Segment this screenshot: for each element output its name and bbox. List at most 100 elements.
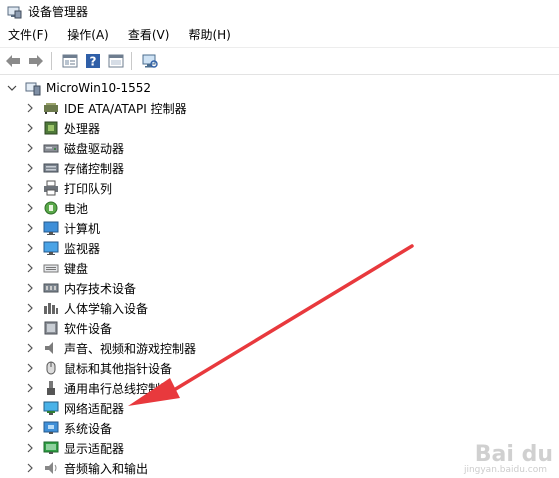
chevron-right-icon[interactable] xyxy=(24,222,36,234)
menu-action[interactable]: 操作(A) xyxy=(62,25,114,45)
tree-item-label: 处理器 xyxy=(64,121,101,136)
usb-icon xyxy=(43,380,59,396)
tree-item[interactable]: 电池 xyxy=(24,198,88,218)
tree-item-label: 键盘 xyxy=(64,261,89,276)
scan-hardware-button[interactable] xyxy=(140,51,160,71)
tree-item[interactable]: 打印队列 xyxy=(24,178,112,198)
tree-item-label: 人体学输入设备 xyxy=(64,301,149,316)
menu-view[interactable]: 查看(V) xyxy=(123,25,175,45)
tree-item-label: 内存技术设备 xyxy=(64,281,137,296)
chevron-right-icon[interactable] xyxy=(24,282,36,294)
chevron-right-icon[interactable] xyxy=(24,362,36,374)
chevron-right-icon[interactable] xyxy=(24,182,36,194)
memory-icon xyxy=(43,280,59,296)
details-window-button[interactable] xyxy=(106,51,126,71)
tree-item[interactable]: 磁盘驱动器 xyxy=(24,138,124,158)
tree-item[interactable]: 系统设备 xyxy=(24,418,112,438)
audio-io-icon xyxy=(43,460,59,476)
chevron-down-icon[interactable] xyxy=(6,82,18,94)
chevron-right-icon[interactable] xyxy=(24,122,36,134)
help-icon: ? xyxy=(86,54,100,69)
mouse-icon xyxy=(43,360,59,376)
properties-window-button[interactable] xyxy=(60,51,80,71)
monitor-scan-icon xyxy=(142,54,158,68)
tree-item[interactable]: 软件设备 xyxy=(24,318,112,338)
toolbar-separator xyxy=(51,52,52,70)
chevron-right-icon[interactable] xyxy=(24,382,36,394)
tree-item[interactable]: 鼠标和其他指针设备 xyxy=(24,358,172,378)
title-bar: 设备管理器 xyxy=(0,0,559,23)
watermark-logo: Bai du xyxy=(475,442,553,467)
tree-item[interactable]: 存储控制器 xyxy=(24,158,124,178)
menu-help[interactable]: 帮助(H) xyxy=(183,25,235,45)
chevron-right-icon[interactable] xyxy=(24,462,36,474)
chevron-right-icon[interactable] xyxy=(24,302,36,314)
software-device-icon xyxy=(43,320,59,336)
chevron-right-icon[interactable] xyxy=(24,442,36,454)
processor-icon xyxy=(43,120,59,136)
storage-controller-icon xyxy=(43,160,59,176)
computer-icon xyxy=(43,220,59,236)
tree-item-label: 通用串行总线控制器 xyxy=(64,381,173,396)
help-button[interactable]: ? xyxy=(83,51,103,71)
chevron-right-icon[interactable] xyxy=(24,402,36,414)
tree-item-label: 音频输入和输出 xyxy=(64,461,149,476)
tree-item-label: 电池 xyxy=(64,201,89,216)
tree-item[interactable]: 键盘 xyxy=(24,258,88,278)
device-tree: MicroWin10-1552 IDE ATA/ATAPI 控制器 处理器磁盘驱动… xyxy=(0,76,559,478)
tree-item-label: 存储控制器 xyxy=(64,161,125,176)
tree-item[interactable]: 声音、视频和游戏控制器 xyxy=(24,338,196,358)
tree-item-label: 磁盘驱动器 xyxy=(64,141,125,156)
computer-root-icon xyxy=(25,80,41,96)
properties-window-icon xyxy=(62,54,78,68)
monitor-icon xyxy=(43,240,59,256)
tree-item[interactable]: 处理器 xyxy=(24,118,100,138)
network-adapter-icon xyxy=(43,400,59,416)
tree-item[interactable]: 监视器 xyxy=(24,238,100,258)
tree-item-label: 鼠标和其他指针设备 xyxy=(64,361,173,376)
tree-item[interactable]: 显示适配器 xyxy=(24,438,124,458)
window-title: 设备管理器 xyxy=(28,5,89,19)
chevron-right-icon[interactable] xyxy=(24,422,36,434)
printer-icon xyxy=(43,180,59,196)
keyboard-icon xyxy=(43,260,59,276)
tree-item-label: 监视器 xyxy=(64,241,101,256)
chevron-right-icon[interactable] xyxy=(24,162,36,174)
menu-file[interactable]: 文件(F) xyxy=(3,25,53,45)
tree-item-label: 软件设备 xyxy=(64,321,113,336)
chevron-right-icon[interactable] xyxy=(24,322,36,334)
watermark-subtext: jingyan.baidu.com xyxy=(463,465,547,475)
chevron-right-icon[interactable] xyxy=(24,342,36,354)
tree-item[interactable]: 人体学输入设备 xyxy=(24,298,148,318)
display-adapter-icon xyxy=(43,440,59,456)
tree-item[interactable]: 音频输入和输出 xyxy=(24,458,148,478)
chevron-right-icon[interactable] xyxy=(24,242,36,254)
watermark-text: Bai du xyxy=(474,442,553,467)
chevron-right-icon[interactable] xyxy=(24,202,36,214)
tree-item[interactable]: 内存技术设备 xyxy=(24,278,136,298)
tree-item[interactable]: IDE ATA/ATAPI 控制器 xyxy=(24,98,187,118)
tree-root[interactable]: MicroWin10-1552 xyxy=(6,78,151,98)
tree-item[interactable]: 网络适配器 xyxy=(24,398,124,418)
forward-button[interactable] xyxy=(26,51,46,71)
disk-drive-icon xyxy=(43,140,59,156)
tree-item[interactable]: 通用串行总线控制器 xyxy=(24,378,172,398)
back-button[interactable] xyxy=(3,51,23,71)
back-icon xyxy=(6,55,20,67)
tree-root-label: MicroWin10-1552 xyxy=(46,81,151,95)
toolbar: ? xyxy=(0,47,559,75)
svg-text:?: ? xyxy=(90,55,97,69)
tree-item-label: 计算机 xyxy=(64,221,101,236)
chevron-right-icon[interactable] xyxy=(24,102,36,114)
tree-item-label: IDE ATA/ATAPI 控制器 xyxy=(64,101,187,116)
chevron-right-icon[interactable] xyxy=(24,262,36,274)
tree-item-label: 网络适配器 xyxy=(64,401,125,416)
tree-item[interactable]: 计算机 xyxy=(24,218,100,238)
tree-item-label: 打印队列 xyxy=(64,181,113,196)
chevron-right-icon[interactable] xyxy=(24,142,36,154)
device-manager-icon xyxy=(6,4,22,20)
tree-item-label: 显示适配器 xyxy=(64,441,125,456)
sound-icon xyxy=(43,340,59,356)
details-window-icon xyxy=(108,54,124,68)
system-device-icon xyxy=(43,420,59,436)
